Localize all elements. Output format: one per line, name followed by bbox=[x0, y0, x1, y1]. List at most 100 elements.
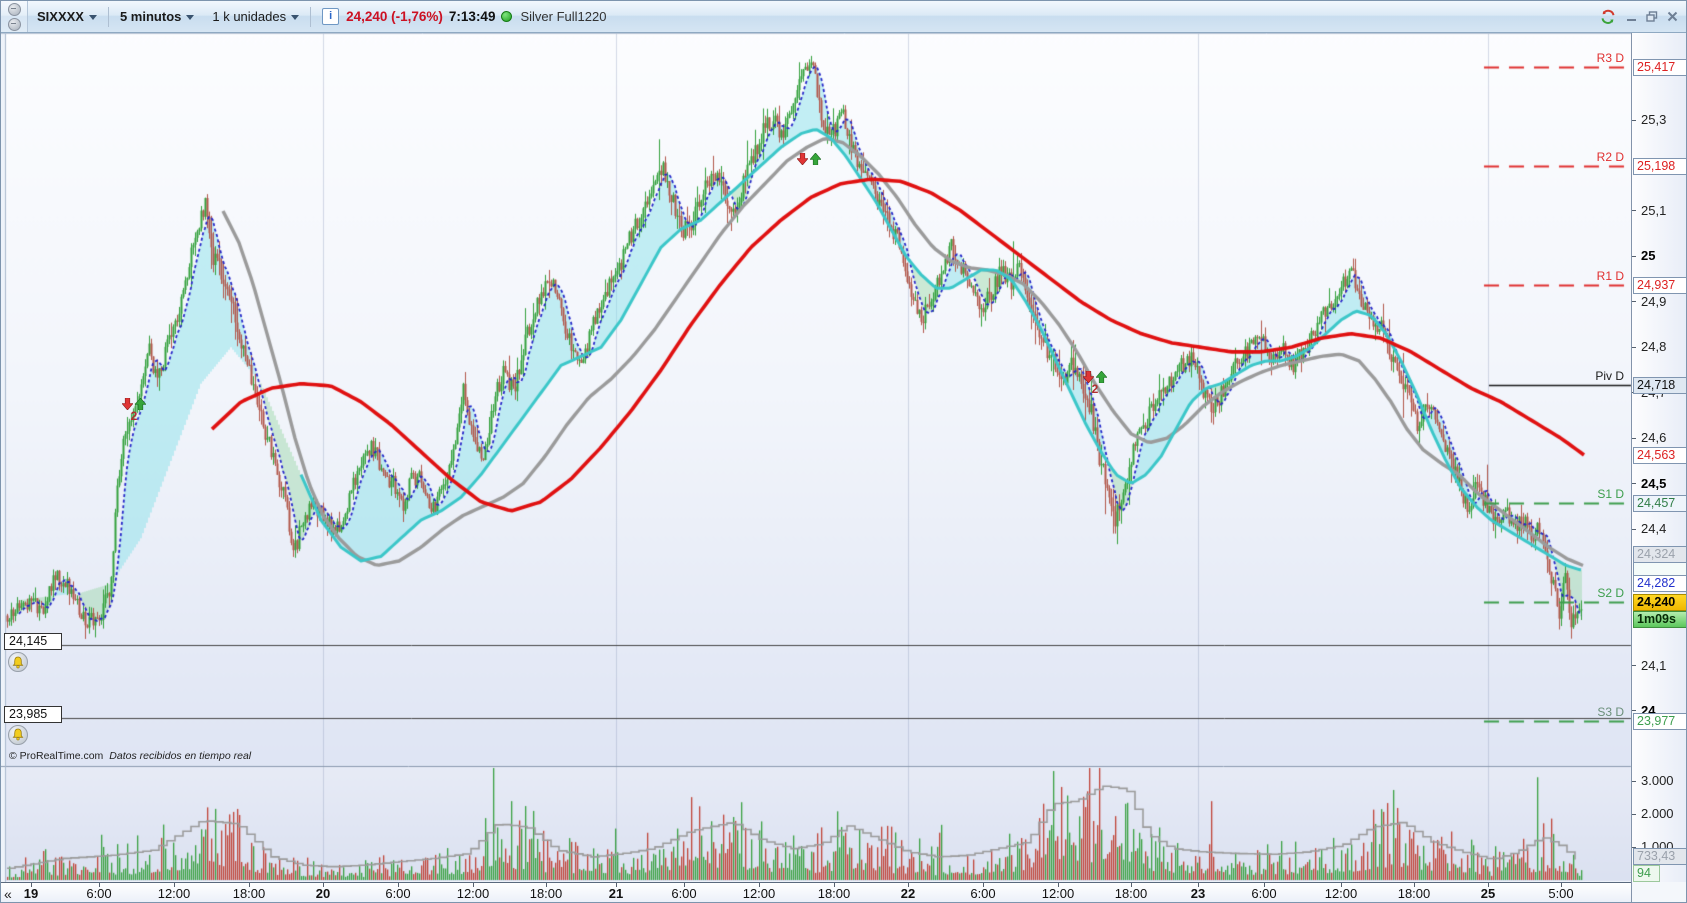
volume-tick-label: 3.000 bbox=[1641, 773, 1674, 788]
time-label: 18:00 bbox=[817, 886, 851, 901]
window-lock-icon[interactable] bbox=[7, 17, 21, 31]
price-tick-label: 24,6 bbox=[1641, 430, 1667, 446]
r1-value: 24,937 bbox=[1633, 277, 1686, 295]
trade-arrows bbox=[797, 152, 821, 165]
quote-time: 7:13:49 bbox=[448, 9, 496, 24]
prorealtime-chart-window: SIXXXX 5 minutos 1 k unidades i 24,240 (… bbox=[0, 0, 1687, 903]
alert-bell-button[interactable] bbox=[8, 652, 28, 673]
window-gadget bbox=[1, 1, 28, 32]
feed-name: Silver Full1220 bbox=[520, 9, 607, 24]
trade-marker: 2 bbox=[1083, 370, 1107, 396]
time-label: 6:00 bbox=[671, 886, 697, 901]
feed-status-icon bbox=[501, 11, 513, 22]
price-tick-mark bbox=[1632, 301, 1636, 303]
trade-marker: 2 bbox=[122, 398, 146, 423]
feed-note: Datos recibidos en tiempo real bbox=[109, 750, 252, 762]
price-tick-label: 25,1 bbox=[1641, 202, 1667, 218]
r2-value: 25,198 bbox=[1633, 158, 1686, 176]
price-tick-mark bbox=[1632, 255, 1636, 257]
gray-ma-value: 24,324 bbox=[1633, 546, 1686, 563]
time-label: 6:00 bbox=[1251, 886, 1277, 901]
time-label: 12:00 bbox=[1324, 886, 1358, 901]
time-label: 18:00 bbox=[1114, 886, 1148, 901]
time-label: 12:00 bbox=[742, 886, 776, 901]
bell-icon bbox=[12, 728, 24, 741]
r3-value: 25,417 bbox=[1633, 58, 1686, 76]
volume-ma-value: 733,43 bbox=[1633, 847, 1686, 865]
price-tick-mark bbox=[1632, 710, 1636, 712]
chevron-down-icon bbox=[88, 14, 97, 20]
minimize-button[interactable] bbox=[1626, 11, 1637, 22]
time-label: 23 bbox=[1190, 886, 1206, 901]
restore-button[interactable] bbox=[1646, 11, 1658, 22]
alert-price-label[interactable]: 23,985 bbox=[4, 705, 62, 723]
time-label: 6:00 bbox=[86, 886, 112, 901]
window-controls bbox=[1599, 9, 1686, 25]
sync-icon[interactable] bbox=[1599, 9, 1617, 25]
last-price-value: 24,240 bbox=[1633, 593, 1686, 611]
time-label: 19 bbox=[23, 886, 39, 901]
s1-value: 24,457 bbox=[1633, 495, 1686, 513]
buy-arrow-icon bbox=[810, 152, 821, 165]
time-label: 5:00 bbox=[1548, 886, 1574, 901]
symbol-selector[interactable]: SIXXXX bbox=[28, 1, 106, 32]
timeframe-selector[interactable]: 5 minutos bbox=[111, 1, 203, 32]
price-tick-label: 24,5 bbox=[1641, 475, 1667, 491]
trade-marker bbox=[797, 152, 821, 165]
price-tick-label: 25 bbox=[1641, 248, 1656, 264]
pivot-label-s3: S3 D bbox=[1597, 705, 1624, 720]
time-label: 12:00 bbox=[456, 886, 490, 901]
copyright-note: © ProRealTime.com Datos recibidos en tiem… bbox=[9, 750, 251, 762]
price-axis[interactable]: 25,325,12524,924,824,724,624,524,424,124… bbox=[1631, 33, 1686, 882]
price-tick-label: 24,9 bbox=[1641, 293, 1667, 309]
time-label: 18:00 bbox=[529, 886, 563, 901]
trade-count: 2 bbox=[1091, 381, 1099, 396]
time-label: 12:00 bbox=[1041, 886, 1075, 901]
units-label: 1 k unidades bbox=[212, 9, 287, 24]
volume-tick-mark bbox=[1632, 813, 1636, 815]
price-tick-mark bbox=[1632, 346, 1636, 348]
toolbar-separator bbox=[310, 6, 312, 27]
volume-tick-mark bbox=[1632, 780, 1636, 782]
price-tick-mark bbox=[1632, 437, 1636, 439]
pivot-label-r2: R2 D bbox=[1596, 150, 1624, 165]
time-label: 12:00 bbox=[157, 886, 191, 901]
pivot-label-s2: S2 D bbox=[1597, 585, 1624, 600]
price-tick-mark bbox=[1632, 119, 1636, 121]
pivot-label-r1: R1 D bbox=[1596, 269, 1624, 284]
price-tick-label: 24,8 bbox=[1641, 339, 1667, 355]
timeframe-label: 5 minutos bbox=[119, 9, 182, 24]
units-selector[interactable]: 1 k unidades bbox=[203, 1, 308, 32]
volume-tick-label: 2.000 bbox=[1641, 806, 1674, 821]
pivot-value: 24,718 bbox=[1633, 376, 1686, 394]
alert-price-label[interactable]: 24,145 bbox=[4, 633, 62, 651]
s3-value: 23,977 bbox=[1633, 713, 1686, 731]
bell-icon bbox=[12, 656, 24, 668]
price-chart-canvas[interactable] bbox=[1, 1, 1686, 902]
quote-block: 24,240 (-1,76%) 7:13:49 Silver Full1220 bbox=[346, 9, 606, 24]
close-icon[interactable] bbox=[1667, 11, 1678, 22]
chevron-down-icon bbox=[291, 14, 300, 20]
window-pin-icon[interactable] bbox=[7, 2, 21, 16]
time-label: 6:00 bbox=[970, 886, 996, 901]
price-tick-label: 24,4 bbox=[1641, 521, 1667, 537]
trade-count: 2 bbox=[130, 409, 138, 424]
toolbar-separator bbox=[107, 6, 109, 27]
time-label: 20 bbox=[315, 886, 331, 901]
chevron-down-icon bbox=[186, 14, 195, 20]
price-tick-label: 25,3 bbox=[1641, 112, 1667, 127]
pivot-label-s1: S1 D bbox=[1597, 487, 1624, 502]
info-icon[interactable]: i bbox=[322, 8, 340, 25]
price-tick-mark bbox=[1632, 210, 1636, 212]
pivot-label-r3: R3 D bbox=[1596, 50, 1624, 65]
red-ma-value: 24,563 bbox=[1633, 447, 1686, 465]
bar-countdown: 1m09s bbox=[1633, 611, 1686, 628]
price-tick-label: 24,1 bbox=[1641, 657, 1667, 673]
scroll-back-button[interactable]: « bbox=[4, 884, 12, 902]
alert-bell-button[interactable] bbox=[8, 724, 28, 745]
time-axis[interactable]: « 19 6:00 12:00 18:00 20 6:00 12:00 18:00 21 6:00… bbox=[1, 882, 1631, 902]
time-label: 25 bbox=[1480, 886, 1496, 901]
time-label: 21 bbox=[608, 886, 624, 901]
axis-corner bbox=[1631, 882, 1686, 902]
volume-last-value: 94 bbox=[1633, 864, 1660, 882]
